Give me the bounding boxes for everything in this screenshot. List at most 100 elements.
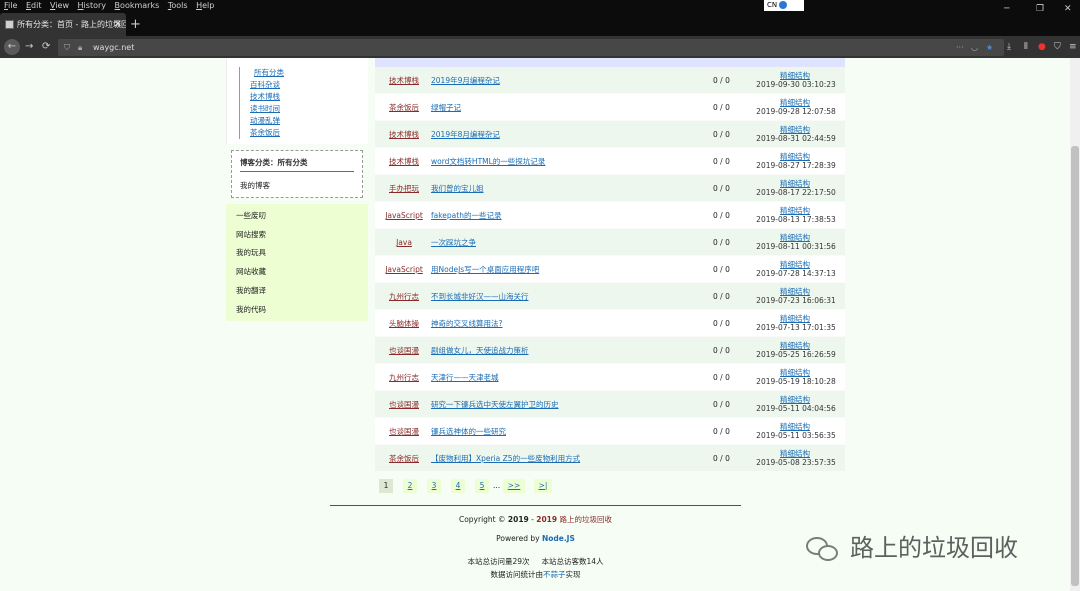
shield-extension-icon[interactable]: ⛉: [1054, 36, 1061, 58]
post-title-link[interactable]: 神奇的交叉线算用法?: [431, 310, 502, 337]
menu-file[interactable]: File: [0, 0, 20, 11]
lock-icon[interactable]: 🔒︎: [78, 39, 82, 56]
post-author-link[interactable]: 精细结构: [753, 395, 837, 404]
library-icon[interactable]: ⫴: [1024, 36, 1028, 58]
last-page-button[interactable]: >|: [534, 479, 552, 493]
post-author-link[interactable]: 精细结构: [753, 260, 837, 269]
post-title-link[interactable]: 天津行——天津老城: [431, 364, 499, 391]
busuanzi-link[interactable]: 不蒜子: [543, 570, 566, 579]
post-author-link[interactable]: 精细结构: [753, 206, 837, 215]
menu-help[interactable]: Help: [193, 0, 217, 11]
post-title-link[interactable]: 研究一下镰兵选中天使左翼护卫的历史: [431, 391, 559, 418]
post-category-link[interactable]: 九州行志: [375, 364, 433, 391]
post-category-link[interactable]: 手办把玩: [375, 175, 433, 202]
post-author-link[interactable]: 精细结构: [753, 125, 837, 134]
post-category-link[interactable]: 也谈国漫: [375, 418, 433, 445]
sidebar-link[interactable]: 我的代码: [236, 301, 368, 320]
post-category-link[interactable]: 技术博栈: [375, 121, 433, 148]
post-category-link[interactable]: 九州行志: [375, 283, 433, 310]
post-title-link[interactable]: 2019年9月编程杂记: [431, 67, 500, 94]
sidebar-link[interactable]: 网站搜索: [236, 226, 368, 245]
reload-icon[interactable]: ⟳: [42, 36, 50, 58]
forward-button[interactable]: →: [25, 36, 33, 58]
post-category-link[interactable]: Java: [375, 229, 433, 256]
sidebar-link[interactable]: 我的玩具: [236, 244, 368, 263]
page-2-button[interactable]: 2: [403, 479, 417, 493]
page-3-button[interactable]: 3: [427, 479, 441, 493]
post-title-link[interactable]: fakepath的一些记录: [431, 202, 501, 229]
post-category-link[interactable]: 茶余饭后: [375, 94, 433, 121]
tree-item[interactable]: 茶余饭后: [239, 127, 368, 139]
shield-icon[interactable]: ⛉: [64, 39, 70, 56]
post-category-link[interactable]: 头脑体操: [375, 310, 433, 337]
menu-icon[interactable]: ≡: [1069, 36, 1077, 58]
tree-item[interactable]: 技术博栈: [239, 91, 368, 103]
menu-view[interactable]: View: [47, 0, 72, 11]
back-button[interactable]: ←: [4, 39, 20, 55]
close-tab-icon[interactable]: ✕: [114, 13, 122, 36]
post-author-link[interactable]: 精细结构: [753, 233, 837, 242]
post-author-link[interactable]: 精细结构: [753, 341, 837, 350]
post-author-link[interactable]: 精细结构: [753, 71, 837, 80]
post-category-link[interactable]: 技术博栈: [375, 148, 433, 175]
post-title-link[interactable]: 绿帽子记: [431, 94, 461, 121]
post-author-link[interactable]: 精细结构: [753, 287, 837, 296]
tree-item[interactable]: 百科杂谈: [239, 79, 368, 91]
url-bar[interactable]: ⛉ 🔒︎ waygc.net ··· ◡ ★: [58, 39, 1004, 56]
post-author-link[interactable]: 精细结构: [753, 179, 837, 188]
page-1-button[interactable]: 1: [379, 479, 393, 493]
tree-item[interactable]: 读书时间: [239, 103, 368, 115]
menu-history[interactable]: History: [75, 0, 109, 11]
restore-button[interactable]: ❐: [1036, 3, 1044, 16]
sidebar-link[interactable]: 网站收藏: [236, 263, 368, 282]
post-author-link[interactable]: 精细结构: [753, 449, 837, 458]
page-4-button[interactable]: 4: [451, 479, 465, 493]
menu-bookmarks[interactable]: Bookmarks: [112, 0, 163, 11]
minimize-button[interactable]: ─: [1004, 3, 1009, 16]
post-title-link[interactable]: word文档转HTML的一些探坑记录: [431, 148, 545, 175]
post-title-link[interactable]: 我们曾的宝儿姐: [431, 175, 484, 202]
close-window-button[interactable]: ✕: [1064, 3, 1072, 16]
scrollbar-thumb[interactable]: [1071, 146, 1079, 586]
post-author-link[interactable]: 精细结构: [753, 422, 837, 431]
post-title-link[interactable]: 一次踩坑之争: [431, 229, 476, 256]
extension-icon[interactable]: ●: [1038, 36, 1046, 58]
post-title-link[interactable]: 2019年8月编程杂记: [431, 121, 500, 148]
post-category-link[interactable]: 技术博栈: [375, 67, 433, 94]
post-author-link[interactable]: 精细结构: [753, 152, 837, 161]
pocket-icon[interactable]: ◡: [971, 39, 978, 56]
tree-root[interactable]: 所有分类: [239, 67, 368, 79]
my-blog-link[interactable]: 我的博客: [240, 180, 354, 191]
post-category-link[interactable]: JavaScript: [375, 256, 433, 283]
post-title-link[interactable]: 剧组做女儿，天使追战力策析: [431, 337, 529, 364]
tab-active[interactable]: 所有分类：首页 - 路上的垃圾回收 ✕: [0, 13, 126, 36]
menu-tools[interactable]: Tools: [165, 0, 191, 11]
post-title-link[interactable]: 不到长城非好汉——山海关行: [431, 283, 529, 310]
download-icon[interactable]: ⤓: [1007, 36, 1011, 58]
post-title-link[interactable]: 镰兵选神体的一些研究: [431, 418, 506, 445]
post-author-link[interactable]: 精细结构: [753, 98, 837, 107]
post-title-link[interactable]: 【废物利用】Xperia Z5的一些废物利用方式: [431, 445, 580, 472]
site-name[interactable]: 路上的垃圾回收: [560, 515, 613, 524]
bookmark-star-icon[interactable]: ★: [986, 39, 993, 56]
post-category-link[interactable]: 也谈国漫: [375, 391, 433, 418]
sidebar-link[interactable]: 我的翻译: [236, 282, 368, 301]
tab-bar: [0, 11, 1080, 36]
post-category-link[interactable]: 也谈国漫: [375, 337, 433, 364]
post-category-link[interactable]: 茶余饭后: [375, 445, 433, 472]
page-5-button[interactable]: 5: [475, 479, 489, 493]
post-title-link[interactable]: 用NodeJs写一个桌面应用程序吧: [431, 256, 539, 283]
post-author-link[interactable]: 精细结构: [753, 368, 837, 377]
scrollbar[interactable]: [1070, 58, 1080, 591]
menu-edit[interactable]: Edit: [23, 0, 45, 11]
sidebar-link[interactable]: 一些废叨: [236, 207, 368, 226]
post-time: 2019-07-23 16:06:31: [756, 296, 836, 305]
tree-item[interactable]: 动漫乱弹: [239, 115, 368, 127]
post-category-link[interactable]: JavaScript: [375, 202, 433, 229]
new-tab-button[interactable]: +: [130, 13, 141, 36]
nodejs-link[interactable]: Node.JS: [542, 534, 575, 543]
next-page-button[interactable]: >>: [503, 479, 525, 493]
ime-indicator[interactable]: CN: [764, 0, 804, 11]
post-author-link[interactable]: 精细结构: [753, 314, 837, 323]
ellipsis-icon[interactable]: ···: [956, 39, 964, 56]
